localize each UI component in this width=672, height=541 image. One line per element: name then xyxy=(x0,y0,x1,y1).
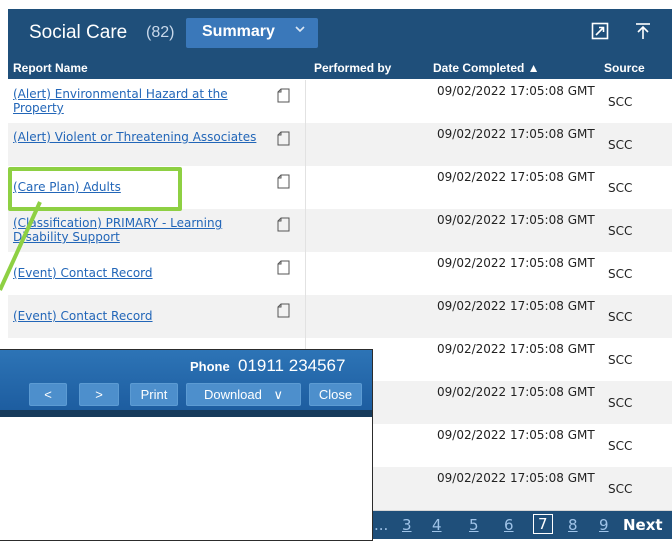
panel-header: Social Care (82) Summary xyxy=(8,9,672,57)
page-link-7-current[interactable]: 7 xyxy=(533,514,553,534)
document-icon[interactable] xyxy=(277,88,290,103)
record-count: (82) xyxy=(146,24,175,41)
scroll-to-top-icon[interactable] xyxy=(633,21,653,41)
source-cell: SCC xyxy=(608,396,633,410)
chevron-down-icon: ∨ xyxy=(273,387,283,402)
download-label: Download xyxy=(204,387,262,402)
performed-by-cell xyxy=(305,123,306,166)
next-button[interactable]: > xyxy=(79,383,119,406)
performed-by-cell xyxy=(305,80,306,123)
document-icon[interactable] xyxy=(277,174,290,189)
date-completed-cell: 09/02/2022 17:05:08 GMT xyxy=(437,471,595,485)
expand-icon[interactable] xyxy=(591,22,609,40)
report-name-link[interactable]: (Event) Contact Record xyxy=(13,309,263,323)
phone-label: Phone xyxy=(190,359,230,374)
table-row[interactable]: (Alert) Violent or Threatening Associate… xyxy=(8,123,672,167)
close-button[interactable]: Close xyxy=(309,383,362,406)
performed-by-cell xyxy=(305,252,306,295)
chevron-down-icon xyxy=(294,23,306,39)
page-link-9[interactable]: 9 xyxy=(599,516,609,534)
page-link-3[interactable]: 3 xyxy=(402,516,412,534)
date-completed-cell: 09/02/2022 17:05:08 GMT xyxy=(437,299,595,313)
source-cell: SCC xyxy=(608,181,633,195)
source-cell: SCC xyxy=(608,138,633,152)
source-cell: SCC xyxy=(608,95,633,109)
report-name-link[interactable]: (Alert) Environmental Hazard at the Prop… xyxy=(13,87,263,115)
date-completed-cell: 09/02/2022 17:05:08 GMT xyxy=(437,84,595,98)
table-row[interactable]: (Event) Contact Record 09/02/2022 17:05:0… xyxy=(8,295,672,339)
performed-by-cell xyxy=(305,166,306,209)
popup-toolbar: Phone 01911 234567 < > Print Download ∨ … xyxy=(0,350,372,410)
date-completed-cell: 09/02/2022 17:05:08 GMT xyxy=(437,385,595,399)
phone-number: 01911 234567 xyxy=(238,356,346,375)
pagination: ... 3 4 5 6 7 8 9 Next xyxy=(372,511,672,539)
page-link-5[interactable]: 5 xyxy=(469,516,479,534)
date-completed-cell: 09/02/2022 17:05:08 GMT xyxy=(437,127,595,141)
date-completed-cell: 09/02/2022 17:05:08 GMT xyxy=(437,342,595,356)
document-icon[interactable] xyxy=(277,217,290,232)
table-header: Report Name Performed by Date Completed … xyxy=(8,57,672,79)
report-name-link[interactable]: (Classification) PRIMARY - Learning Disa… xyxy=(13,216,263,244)
page-link-4[interactable]: 4 xyxy=(432,516,442,534)
previous-button[interactable]: < xyxy=(29,383,67,406)
source-cell: SCC xyxy=(608,267,633,281)
document-icon[interactable] xyxy=(277,131,290,146)
view-select-label: Summary xyxy=(202,23,275,40)
column-source[interactable]: Source xyxy=(604,61,645,75)
pagination-ellipsis: ... xyxy=(374,516,389,534)
document-icon[interactable] xyxy=(277,260,290,275)
source-cell: SCC xyxy=(608,310,633,324)
view-select[interactable]: Summary xyxy=(186,18,318,48)
source-cell: SCC xyxy=(608,439,633,453)
page-link-6[interactable]: 6 xyxy=(504,516,514,534)
column-date-completed[interactable]: Date Completed ▲ xyxy=(433,61,540,75)
next-page-button[interactable]: Next xyxy=(623,516,663,534)
table-row[interactable]: (Alert) Environmental Hazard at the Prop… xyxy=(8,80,672,124)
source-cell: SCC xyxy=(608,224,633,238)
source-cell: SCC xyxy=(608,482,633,496)
report-name-link[interactable]: (Alert) Violent or Threatening Associate… xyxy=(13,130,263,144)
date-completed-cell: 09/02/2022 17:05:08 GMT xyxy=(437,256,595,270)
source-cell: SCC xyxy=(608,353,633,367)
performed-by-cell xyxy=(305,295,306,338)
date-completed-cell: 09/02/2022 17:05:08 GMT xyxy=(437,170,595,184)
page-link-8[interactable]: 8 xyxy=(568,516,578,534)
download-button[interactable]: Download ∨ xyxy=(186,383,301,406)
performed-by-cell xyxy=(305,209,306,252)
document-viewer-popup: Phone 01911 234567 < > Print Download ∨ … xyxy=(0,349,373,541)
date-completed-cell: 09/02/2022 17:05:08 GMT xyxy=(437,428,595,442)
table-row[interactable]: (Event) Contact Record 09/02/2022 17:05:0… xyxy=(8,252,672,296)
table-row[interactable]: (Classification) PRIMARY - Learning Disa… xyxy=(8,209,672,253)
panel-title: Social Care xyxy=(29,22,128,43)
popup-toolbar-edge xyxy=(0,410,372,417)
column-report-name[interactable]: Report Name xyxy=(13,61,88,75)
document-icon[interactable] xyxy=(277,303,290,318)
report-name-link[interactable]: (Event) Contact Record xyxy=(13,266,263,280)
date-completed-cell: 09/02/2022 17:05:08 GMT xyxy=(437,213,595,227)
print-button[interactable]: Print xyxy=(130,383,178,406)
column-performed-by[interactable]: Performed by xyxy=(314,61,391,75)
highlight-callout xyxy=(8,167,182,211)
